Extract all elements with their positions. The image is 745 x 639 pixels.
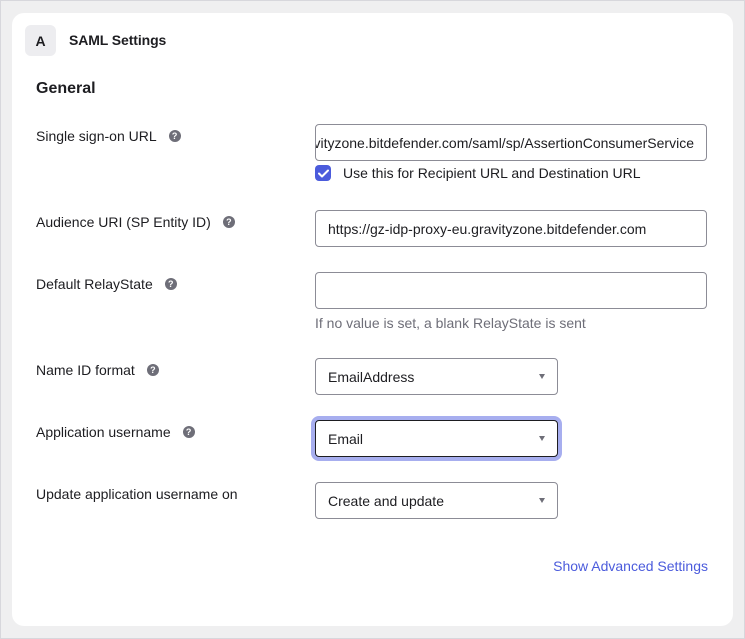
help-icon[interactable]: ? [146,364,159,376]
relay-state-input[interactable] [315,272,707,309]
audience-uri-value: https://gz-idp-proxy-eu.gravityzone.bitd… [328,220,647,237]
app-username-value: Email [328,430,364,447]
update-username-select[interactable]: Create and update [315,482,558,519]
help-icon[interactable]: ? [222,216,235,228]
card-title: SAML Settings [69,32,167,48]
show-advanced-settings-link[interactable]: Show Advanced Settings [553,558,708,574]
update-username-label: Update application username on [36,486,238,502]
relay-state-label: Default RelayState ? [36,276,177,292]
name-id-format-label: Name ID format ? [36,362,159,378]
update-username-label-text: Update application username on [36,486,238,502]
recipient-url-checkbox-label: Use this for Recipient URL and Destinati… [343,165,641,181]
name-id-format-label-text: Name ID format [36,362,135,378]
update-username-value: Create and update [328,492,444,509]
recipient-url-checkbox-row[interactable]: Use this for Recipient URL and Destinati… [315,165,641,181]
help-icon[interactable]: ? [182,426,195,438]
sso-url-input[interactable]: https://gz-idp-proxy-eu.gravityzone.bitd… [315,124,707,161]
app-username-label-text: Application username [36,424,171,440]
help-icon[interactable]: ? [164,278,177,290]
checkmark-icon [317,169,329,177]
sso-url-label: Single sign-on URL ? [36,128,181,144]
audience-uri-input[interactable]: https://gz-idp-proxy-eu.gravityzone.bitd… [315,210,707,247]
section-title-general: General [36,80,96,97]
chevron-down-icon [539,498,545,503]
name-id-format-select[interactable]: EmailAddress [315,358,558,395]
saml-settings-card: A SAML Settings General Single sign-on U… [12,13,733,626]
relay-state-label-text: Default RelayState [36,276,153,292]
chevron-down-icon [539,374,545,379]
help-icon[interactable]: ? [168,130,181,142]
relay-state-hint: If no value is set, a blank RelayState i… [315,315,586,331]
step-badge: A [25,25,56,56]
sso-url-label-text: Single sign-on URL [36,128,157,144]
chevron-down-icon [539,436,545,441]
app-username-select[interactable]: Email [315,420,558,457]
audience-uri-label: Audience URI (SP Entity ID) ? [36,214,235,230]
app-username-label: Application username ? [36,424,195,440]
recipient-url-checkbox[interactable] [315,165,331,181]
name-id-format-value: EmailAddress [328,368,415,385]
audience-uri-label-text: Audience URI (SP Entity ID) [36,214,211,230]
sso-url-value: https://gz-idp-proxy-eu.gravityzone.bitd… [316,134,694,151]
